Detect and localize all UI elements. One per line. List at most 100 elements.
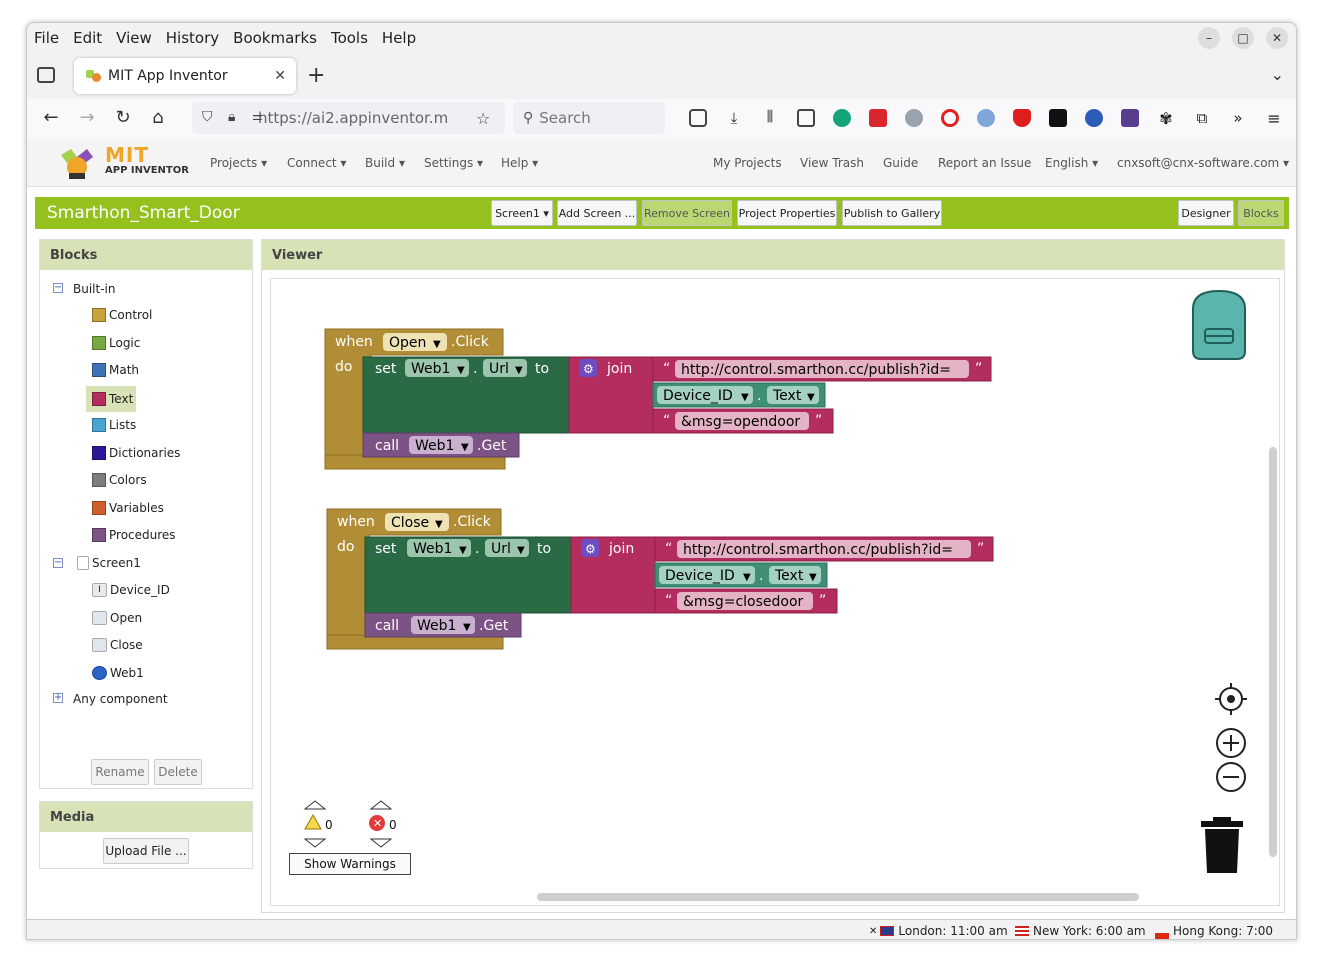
rename-button[interactable]: Rename: [91, 759, 149, 785]
extensions-puzzle-icon[interactable]: ⧉: [1193, 109, 1211, 127]
tab-mit-app-inventor[interactable]: MIT App Inventor ✕: [74, 58, 296, 94]
remove-screen-button[interactable]: Remove Screen: [642, 200, 732, 226]
builtin-variables[interactable]: Variables: [92, 501, 164, 515]
builtin-logic[interactable]: Logic: [92, 336, 140, 350]
collapse-screen1-icon[interactable]: −: [53, 558, 63, 568]
globe-icon[interactable]: [905, 109, 923, 127]
download-icon[interactable]: ⤓: [725, 109, 743, 127]
menu-settings[interactable]: Settings ▾: [424, 156, 483, 170]
add-screen-button[interactable]: Add Screen ...: [557, 200, 637, 226]
extension-globe-icon[interactable]: [1085, 109, 1103, 127]
error-prev-icon[interactable]: [369, 800, 393, 810]
tree-builtin[interactable]: Built-in: [73, 282, 115, 296]
close-window-icon[interactable]: ✕: [1266, 27, 1288, 49]
event-block-open-click[interactable]: when Open ▼ .Click do set Web1 ▼ . Url ▼…: [324, 328, 992, 470]
vertical-scrollbar[interactable]: [1269, 447, 1277, 857]
publish-gallery-button[interactable]: Publish to Gallery: [842, 200, 942, 226]
link-icon[interactable]: [977, 109, 995, 127]
link-guide[interactable]: Guide: [883, 156, 918, 170]
recenter-icon[interactable]: [1215, 683, 1247, 715]
menu-bookmarks[interactable]: Bookmarks: [233, 29, 317, 47]
designer-button[interactable]: Designer: [1178, 200, 1234, 226]
library-icon[interactable]: ⫼: [761, 109, 779, 127]
builtin-control[interactable]: Control: [92, 308, 152, 322]
link-my-projects[interactable]: My Projects: [713, 156, 782, 170]
menu-build[interactable]: Build ▾: [365, 156, 405, 170]
collapse-builtin-icon[interactable]: −: [53, 283, 63, 293]
menu-account[interactable]: cnxsoft@cnx-software.com ▾: [1117, 156, 1289, 170]
home-icon[interactable]: ⌂: [146, 107, 170, 128]
back-icon[interactable]: ←: [39, 107, 63, 128]
builtin-colors[interactable]: Colors: [92, 473, 147, 487]
builtin-text[interactable]: Text: [86, 386, 136, 412]
reload-icon[interactable]: ↻: [111, 107, 135, 128]
tab-close-icon[interactable]: ✕: [274, 68, 286, 84]
show-warnings-button[interactable]: Show Warnings: [289, 853, 411, 875]
search-bar[interactable]: ⚲ Search: [513, 102, 665, 134]
component-open[interactable]: Open: [92, 611, 142, 625]
overflow-chevrons-icon[interactable]: »: [1229, 109, 1247, 127]
search-input[interactable]: Search: [539, 109, 591, 127]
menu-tools[interactable]: Tools: [331, 29, 368, 47]
close-clock-icon[interactable]: ✕: [869, 926, 877, 937]
maximize-icon[interactable]: □: [1232, 27, 1254, 49]
permissions-icon[interactable]: ⚌: [252, 109, 263, 123]
menu-help[interactable]: Help: [382, 29, 416, 47]
component-device-id[interactable]: I Device_ID: [92, 583, 170, 597]
builtin-dictionaries[interactable]: Dictionaries: [92, 446, 180, 460]
blocks-workspace[interactable]: when Open ▼ .Click do set Web1 ▼ . Url ▼…: [270, 278, 1280, 906]
lock-icon[interactable]: 🔒︎: [228, 109, 235, 125]
pocket-icon[interactable]: [689, 109, 707, 127]
upload-file-button[interactable]: Upload File ...: [103, 838, 189, 864]
builtin-math[interactable]: Math: [92, 363, 139, 377]
warning-prev-icon[interactable]: [303, 800, 327, 810]
menu-projects[interactable]: Projects ▾: [210, 156, 267, 170]
new-tab-icon[interactable]: +: [307, 63, 325, 88]
delete-button[interactable]: Delete: [154, 759, 202, 785]
expand-any-component-icon[interactable]: +: [53, 693, 63, 703]
builtin-lists[interactable]: Lists: [92, 418, 136, 432]
shield-icon[interactable]: ⛉: [202, 109, 213, 125]
project-properties-button[interactable]: Project Properties: [737, 200, 837, 226]
horizontal-scrollbar[interactable]: [537, 893, 1139, 901]
menu-file[interactable]: File: [34, 29, 59, 47]
blocks-canvas[interactable]: when Open ▼ .Click do set Web1 ▼ . Url ▼…: [271, 279, 1280, 906]
blocks-button[interactable]: Blocks: [1238, 200, 1284, 226]
extension-paw-icon[interactable]: ✾: [1157, 109, 1175, 128]
zoom-in-icon[interactable]: [1216, 728, 1246, 758]
ublock-icon[interactable]: [1013, 109, 1031, 127]
chevron-down-icon[interactable]: ⌄: [1271, 65, 1284, 84]
menu-language[interactable]: English ▾: [1045, 156, 1098, 170]
forward-icon[interactable]: →: [75, 107, 99, 128]
extension-red-icon[interactable]: [869, 109, 887, 127]
grammarly-icon[interactable]: [833, 109, 851, 127]
screen-select-button[interactable]: Screen1 ▾: [491, 200, 553, 226]
link-report-issue[interactable]: Report an Issue: [938, 156, 1031, 170]
url-text[interactable]: https://ai2.appinventor.mit: [258, 109, 448, 127]
app-inventor-logo-icon[interactable]: [57, 145, 97, 181]
hamburger-menu-icon[interactable]: ≡: [1265, 109, 1283, 128]
extension-flag-icon[interactable]: [1121, 109, 1139, 127]
block-icon[interactable]: [941, 109, 959, 127]
tree-any-component[interactable]: Any component: [73, 692, 168, 706]
zoom-out-icon[interactable]: [1216, 762, 1246, 792]
warning-next-icon[interactable]: [303, 838, 327, 848]
reader-view-icon[interactable]: [797, 109, 815, 127]
component-web1[interactable]: Web1: [92, 666, 144, 680]
menu-connect[interactable]: Connect ▾: [287, 156, 346, 170]
component-close[interactable]: Close: [92, 638, 143, 652]
menu-help-app[interactable]: Help ▾: [501, 156, 538, 170]
event-block-close-click[interactable]: when Close ▼ .Click do set Web1 ▼ . Url: [326, 508, 994, 650]
menu-history[interactable]: History: [166, 29, 219, 47]
extension-h-icon[interactable]: [1049, 109, 1067, 127]
url-bar[interactable]: ⛉ 🔒︎ ⚌ https://ai2.appinventor.mit ☆: [192, 102, 505, 134]
tree-screen1[interactable]: Screen1: [77, 556, 141, 570]
minimize-icon[interactable]: –: [1198, 27, 1220, 49]
bookmark-star-icon[interactable]: ☆: [476, 109, 490, 128]
menu-edit[interactable]: Edit: [73, 29, 102, 47]
link-view-trash[interactable]: View Trash: [800, 156, 864, 170]
trash-icon[interactable]: [1201, 817, 1243, 873]
builtin-procedures[interactable]: Procedures: [92, 528, 176, 542]
menu-view[interactable]: View: [116, 29, 152, 47]
tab-list-icon[interactable]: [37, 67, 55, 83]
